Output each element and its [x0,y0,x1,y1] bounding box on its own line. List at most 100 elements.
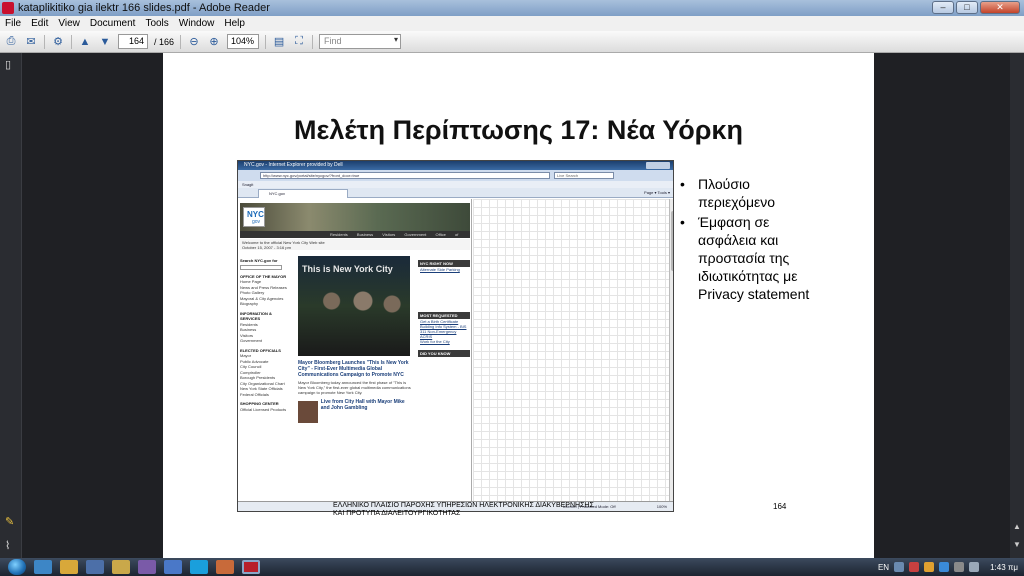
nyc-sidebar: Search NYC.gov for OFFICE OF THE MAYOR H… [240,254,292,494]
footer-line: ΚΑΙ ΠΡΟΤΥΠΑ ΔΙΑΛΕΙΤΟΥΡΓΙΚΟΤΗΤΑΣ [333,510,461,517]
nyc-date: October 15, 2007 - 3:16 pm [242,245,291,250]
menu-edit[interactable]: Edit [26,18,53,29]
nyc-side-item: Federal Officials [240,391,269,397]
browser-tabs: NYC.gov Page ▾ Tools ▾ [238,188,673,198]
browser-titlebar: NYC.gov - Internet Explorer provided by … [238,161,673,170]
menu-tools[interactable]: Tools [140,18,173,29]
nyc-right-box: MOST REQUESTED [418,312,470,319]
comments-icon[interactable]: ✎ [5,516,17,528]
browser-scrollbar [669,199,673,501]
find-input[interactable]: Find ▾ [319,34,402,49]
next-page-icon[interactable]: ▼ [98,35,112,49]
clock[interactable]: 1:43 πμ [990,563,1018,572]
zoom-in-icon[interactable]: ⊕ [207,35,221,49]
media-taskbar-icon[interactable] [138,560,156,574]
slide-footer: ΕΛΛΗΝΙΚΟ ΠΛΑΙΣΙΟ ΠΑΡΟΧΗΣ ΥΠΗΡΕΣΙΩΝ ΗΛΕΚΤ… [333,502,594,518]
nyc-logo-gov: gov [252,219,261,225]
toolbar: ⎙ ✉ ⚙ ▲ ▼ 164 / 166 ⊖ ⊕ 104% ▤ ⛶ Find ▾ [0,31,1024,53]
browser-tab: NYC.gov [258,189,348,198]
ie-taskbar-icon[interactable] [34,560,52,574]
nyc-photo: This is New York City [298,256,410,356]
document-area[interactable]: Μελέτη Περίπτωσης 17: Νέα Υόρκη NYC.gov … [22,53,1010,558]
nyc-side-item: Biography [240,301,259,306]
nyc-main-story: This is New York City Mayor Bloomberg La… [298,256,414,496]
footer-line: ΕΛΛΗΝΙΚΟ ΠΛΑΙΣΙΟ ΠΑΡΟΧΗΣ ΥΠΗΡΕΣΙΩΝ ΗΛΕΚΤ… [333,502,594,509]
window-controls: – □ ✕ [932,1,1020,14]
zoom-input[interactable]: 104% [227,34,260,49]
start-button[interactable] [8,559,26,575]
page-total: / 166 [154,36,175,47]
explorer-taskbar-icon[interactable] [60,560,78,574]
menu-document[interactable]: Document [85,18,141,29]
nyc-body: Mayor Bloomberg today announced the firs… [298,380,411,395]
nyc-thumbnail [298,401,318,423]
print-icon[interactable]: ⎙ [4,35,18,49]
maximize-button[interactable]: □ [956,1,978,14]
slide-title: Μελέτη Περίπτωσης 17: Νέα Υόρκη [294,115,743,145]
previous-page-icon[interactable]: ▲ [78,35,92,49]
nyc-nav: Residents Business Visitors Government O… [240,231,470,244]
nyc-right-column: NYC RIGHT NOW Alternate Side Parking MOS… [418,256,470,496]
tray-icon[interactable] [894,562,905,572]
vertical-scrollbar[interactable]: ▲ ▼ [1010,53,1024,558]
bluetooth-icon[interactable] [939,562,950,572]
menu-bar: File Edit View Document Tools Window Hel… [0,16,1024,31]
nyc-second-headline: Live from City Hall with Mayor Mike and … [320,399,405,411]
menu-window[interactable]: Window [174,18,220,29]
page-number-input[interactable]: 164 [118,34,148,49]
zoom-out-icon[interactable]: ⊖ [187,35,201,49]
share-icon[interactable]: ✉ [24,35,38,49]
nyc-side-item: Official Licensed Products [240,406,287,412]
fit-page-icon[interactable]: ▤ [272,35,286,49]
menu-file[interactable]: File [0,18,26,29]
nyc-right-box: NYC RIGHT NOW [418,260,470,267]
nyc-logo: NYC gov [243,207,265,227]
slide-page-number: 164 [773,502,787,511]
toolbar-separator [71,34,72,49]
skype-taskbar-icon[interactable] [190,560,208,574]
nyc-search-field [240,264,282,270]
adobe-reader-taskbar-icon[interactable] [242,560,260,574]
app-taskbar-icon[interactable] [164,560,182,574]
bullet-item: Έμφαση σε ασφάλεια και προστασία της ιδι… [675,213,815,303]
bullet-item: Πλούσιο περιεχόμενο [675,175,815,211]
network-icon[interactable] [954,562,965,572]
menu-view[interactable]: View [53,18,85,29]
nyc-search-label: Search NYC.gov for [240,258,278,263]
minimize-button[interactable]: – [932,1,954,14]
menu-help[interactable]: Help [219,18,250,29]
language-indicator[interactable]: EN [878,563,889,572]
close-button[interactable]: ✕ [980,1,1020,14]
collaborate-icon[interactable]: ⚙ [51,35,65,49]
nyc-right-box: DID YOU KNOW [418,350,470,357]
attachments-icon[interactable]: ⌇ [5,540,17,552]
fullscreen-icon[interactable]: ⛶ [292,35,306,49]
browser-content: NYC gov Residents Business Visitors Gove… [238,199,673,501]
tray-icon[interactable] [909,562,920,572]
nyc-right-link: Alternate Side Parking [420,267,460,272]
chevron-down-icon[interactable]: ▾ [394,35,398,44]
nyc-headline: Mayor Bloomberg Launches "This Is New Yo… [298,360,409,378]
taskbar: EN 1:43 πμ [0,558,1024,576]
navigation-pane: ▯ ✎ ⌇ [0,53,22,558]
nyc-header-banner: NYC gov [240,203,470,231]
scroll-up-icon[interactable]: ▲ [1013,523,1021,531]
browser-tools: Page ▾ Tools ▾ [644,190,670,195]
word-taskbar-icon[interactable] [86,560,104,574]
browser-window-controls [646,162,670,169]
nyc-welcome: Welcome to the official New York City We… [240,239,470,250]
powerpoint-taskbar-icon[interactable] [216,560,234,574]
folder-taskbar-icon[interactable] [112,560,130,574]
scroll-down-icon[interactable]: ▼ [1013,541,1021,549]
system-tray: EN 1:43 πμ [878,558,1018,576]
nyc-side-heading: INFORMATION & SERVICES [240,310,272,322]
toolbar-separator [265,34,267,49]
toolbar-separator [180,34,182,49]
browser-links-bar: Snagit [238,181,673,188]
tray-icon[interactable] [924,562,935,572]
nyc-logo-text: NYC [247,210,264,219]
volume-icon[interactable] [969,562,980,572]
browser-address-bar: http://www.nyc.gov/portal/site/nycgov/?f… [238,170,673,181]
toolbar-separator [44,34,45,49]
pages-panel-icon[interactable]: ▯ [5,59,17,71]
